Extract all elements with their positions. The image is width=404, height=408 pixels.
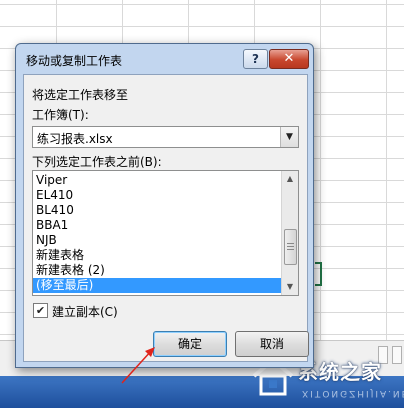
annotation-arrow-icon	[121, 347, 155, 384]
